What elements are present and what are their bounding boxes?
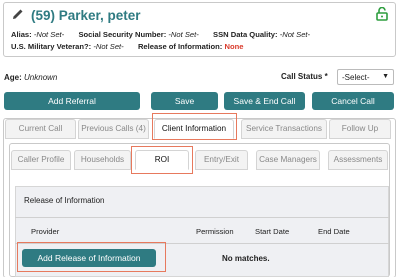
age-value: Unknown	[24, 73, 58, 82]
highlight-roi	[131, 146, 193, 174]
add-referral-button[interactable]: Add Referral	[4, 92, 140, 110]
tab-households[interactable]: Households	[74, 150, 131, 170]
tab-current-call[interactable]: Current Call	[5, 119, 76, 139]
call-status-label: Call Status *	[281, 72, 328, 81]
ssn-label: Social Security Number:	[78, 30, 167, 39]
column-header-permission[interactable]: Permission	[196, 227, 234, 236]
veteran-label: U.S. Military Veteran?:	[11, 42, 92, 51]
call-status-selected: -Select-	[342, 73, 370, 82]
caret-down-icon: ▼	[382, 73, 389, 80]
highlight-add-release	[17, 242, 166, 272]
tab-entry-exit[interactable]: Entry/Exit	[195, 150, 248, 170]
tab-service-transactions[interactable]: Service Transactions	[241, 119, 327, 139]
tab-previous-calls[interactable]: Previous Calls (4)	[78, 119, 149, 139]
release-label: Release of Information:	[137, 42, 223, 51]
column-header-provider[interactable]: Provider	[31, 227, 59, 236]
alias-label: Alias:	[11, 30, 32, 39]
release-value: None	[224, 42, 244, 51]
save-end-call-button[interactable]: Save & End Call	[224, 92, 305, 110]
client-header: (59) Parker, peter Alias: -Not Set- Soci…	[3, 2, 396, 57]
client-title: (59) Parker, peter	[12, 8, 141, 23]
save-button[interactable]: Save	[151, 92, 218, 110]
veteran-value: -Not Set-	[93, 42, 124, 51]
client-name[interactable]: (59) Parker, peter	[31, 8, 141, 23]
meta-row-2: U.S. Military Veteran?: -Not Set- Releas…	[11, 42, 243, 51]
age-label: Age:	[4, 73, 22, 82]
meta-row-1: Alias: -Not Set- Social Security Number:…	[11, 30, 310, 39]
tab-follow-up[interactable]: Follow Up	[329, 119, 391, 139]
column-header-start-date[interactable]: Start Date	[255, 227, 289, 236]
age-field: Age: Unknown	[4, 73, 57, 82]
section-title: Release of Information	[24, 196, 105, 205]
tab-assessments[interactable]: Assessments	[328, 150, 388, 170]
tab-case-managers[interactable]: Case Managers	[256, 150, 320, 170]
section-divider	[15, 217, 389, 218]
alias-value: -Not Set-	[33, 30, 65, 39]
ssn-quality-label: SSN Data Quality:	[213, 30, 278, 39]
ssn-quality-value: -Not Set-	[279, 30, 311, 39]
highlight-client-information	[152, 113, 237, 140]
pencil-icon[interactable]	[12, 8, 31, 23]
ssn-value: -Not Set-	[168, 30, 199, 39]
call-status-select[interactable]: -Select- ▼	[337, 69, 394, 85]
unlock-icon[interactable]	[376, 6, 388, 26]
column-header-end-date[interactable]: End Date	[318, 227, 350, 236]
cancel-call-button[interactable]: Cancel Call	[312, 92, 394, 110]
tab-caller-profile[interactable]: Caller Profile	[11, 150, 71, 170]
empty-table-message: No matches.	[222, 254, 270, 263]
